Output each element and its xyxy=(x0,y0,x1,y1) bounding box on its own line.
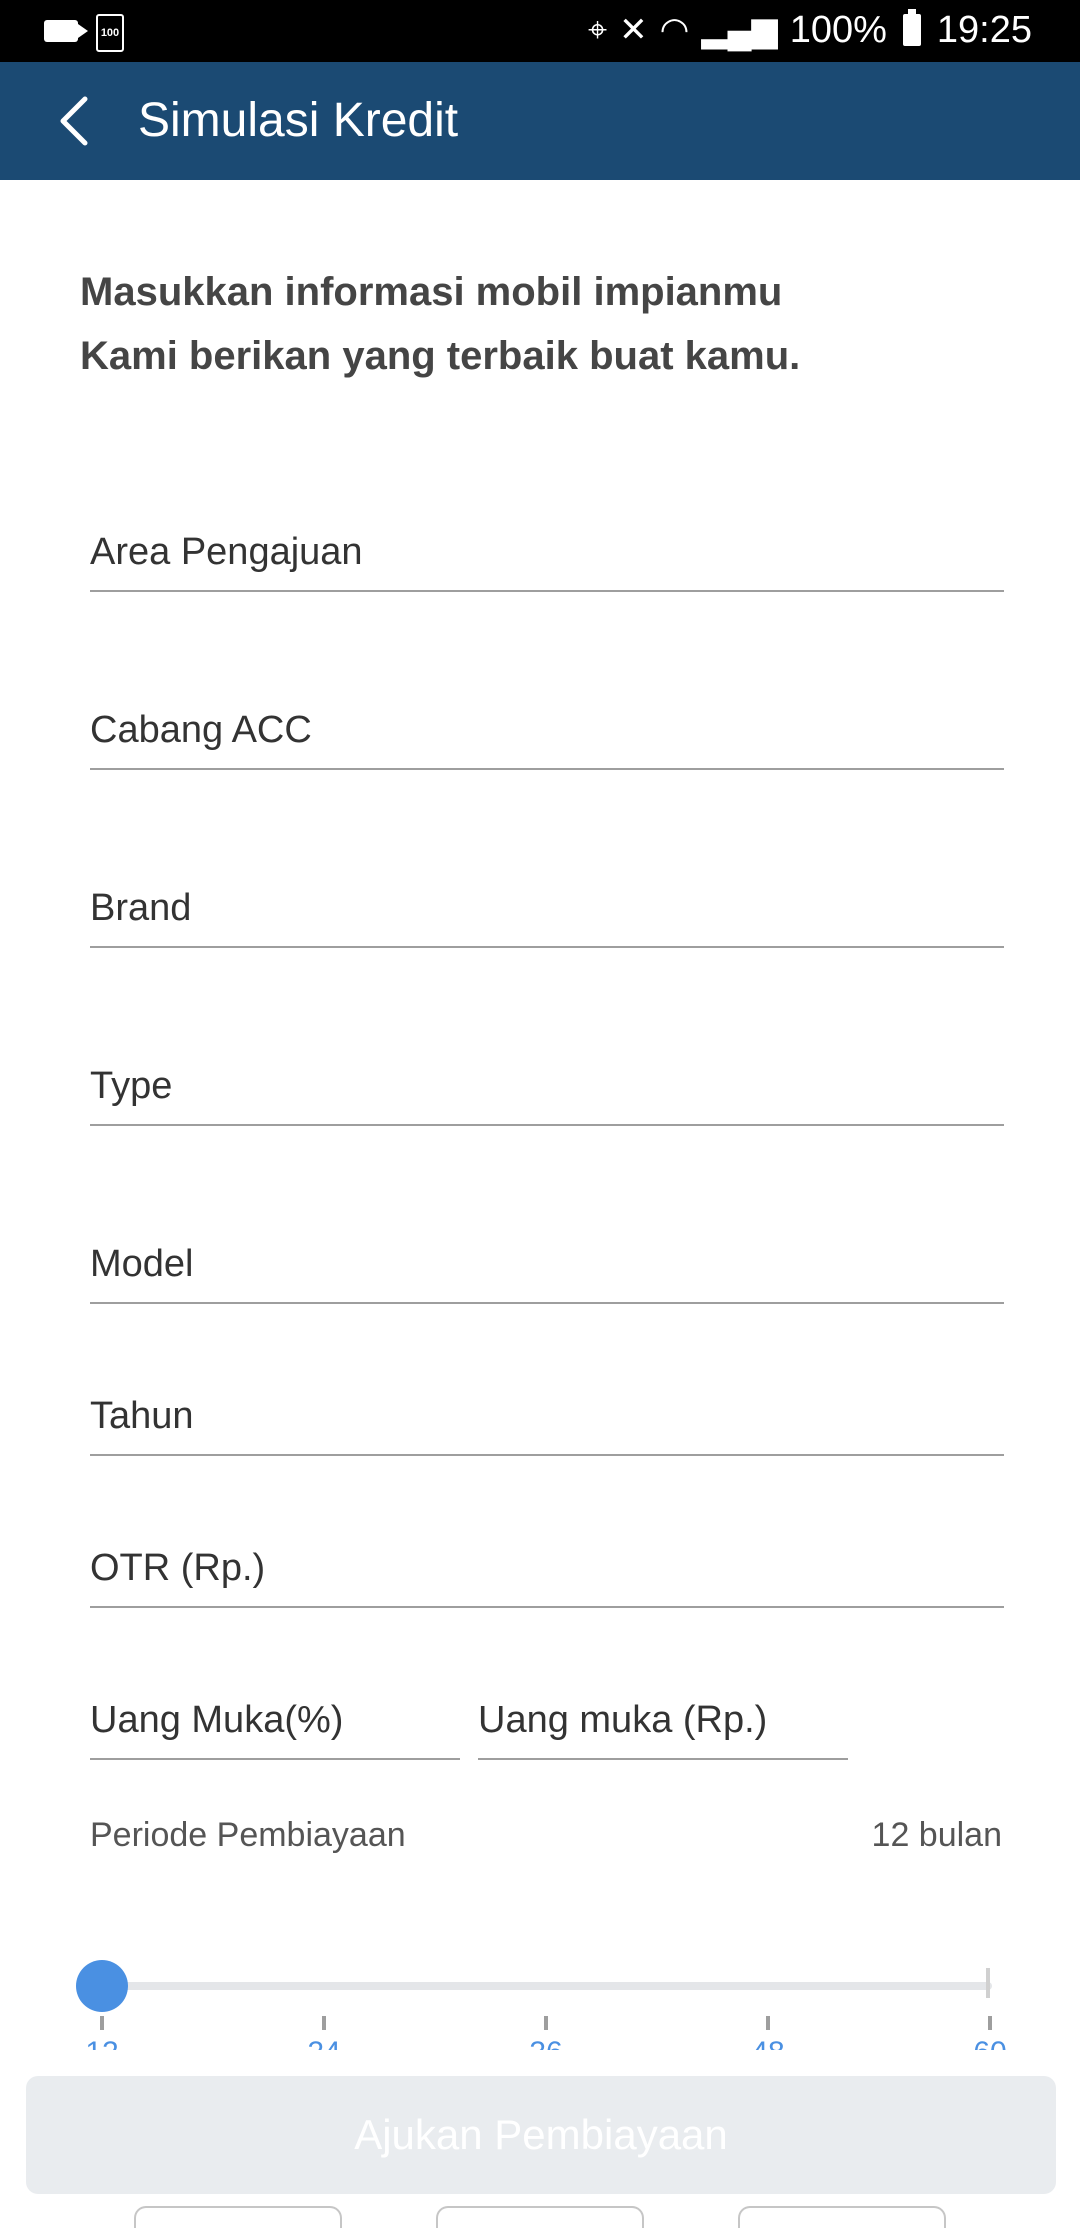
page-title: Simulasi Kredit xyxy=(138,94,459,147)
tahun-field[interactable]: Tahun xyxy=(90,1384,1004,1456)
app-bar: Simulasi Kredit xyxy=(0,62,1080,180)
cabang-acc-field[interactable]: Cabang ACC xyxy=(90,698,1004,770)
signal-icon: ▂▄▆ xyxy=(701,11,778,49)
ajukan-pembiayaan-button[interactable]: Ajukan Pembiayaan xyxy=(26,2076,1056,2194)
intro-line-2: Kami berikan yang terbaik buat kamu. xyxy=(80,334,801,378)
slider-tick-label: 24 xyxy=(294,2036,354,2050)
slider-tick-label: 48 xyxy=(738,2036,798,2050)
intro-line-1: Masukkan informasi mobil impianmu xyxy=(80,270,783,314)
slider-end-marker xyxy=(986,1968,990,1998)
video-icon xyxy=(44,20,88,42)
type-label: Type xyxy=(90,1065,173,1107)
brand-label: Brand xyxy=(90,887,192,929)
periode-label: Periode Pembiayaan xyxy=(90,1816,406,1854)
battery-percent: 100% xyxy=(789,8,887,51)
periode-slider[interactable]: 12 24 36 48 60 xyxy=(74,1960,1014,2050)
slider-tick xyxy=(988,2016,992,2030)
model-label: Model xyxy=(90,1243,194,1285)
status-bar: 100 ⌖ ✕ ◠ ▂▄▆ 100% 19:25 xyxy=(0,0,1080,62)
uang-muka-percent-label: Uang Muka(%) xyxy=(90,1699,344,1741)
area-pengajuan-field[interactable]: Area Pengajuan xyxy=(90,520,1004,592)
cabang-acc-label: Cabang ACC xyxy=(90,709,312,751)
periode-value: 12 bulan xyxy=(871,1816,1002,1854)
uang-muka-rupiah-field[interactable]: Uang muka (Rp.) xyxy=(478,1688,848,1760)
slider-thumb[interactable] xyxy=(76,1960,128,2012)
uang-muka-rupiah-label: Uang muka (Rp.) xyxy=(478,1699,768,1741)
model-field[interactable]: Model xyxy=(90,1232,1004,1304)
battery-icon xyxy=(902,9,921,46)
slider-tick-label: 60 xyxy=(960,2036,1014,2050)
slider-track[interactable] xyxy=(102,1982,992,1990)
slider-tick xyxy=(322,2016,326,2030)
tahun-label: Tahun xyxy=(90,1395,194,1437)
area-pengajuan-label: Area Pengajuan xyxy=(90,531,363,573)
type-field[interactable]: Type xyxy=(90,1054,1004,1126)
uang-muka-percent-field[interactable]: Uang Muka(%) xyxy=(90,1688,460,1760)
clock: 19:25 xyxy=(936,8,1032,51)
mute-icon: ✕ xyxy=(619,11,648,49)
bottom-tab[interactable] xyxy=(436,2206,644,2228)
slider-tick-label: 12 xyxy=(74,2036,132,2050)
brand-field[interactable]: Brand xyxy=(90,876,1004,948)
slider-tick xyxy=(766,2016,770,2030)
bottom-tab[interactable] xyxy=(738,2206,946,2228)
back-button[interactable] xyxy=(40,86,110,156)
wifi-icon: ◠ xyxy=(659,11,690,49)
otr-label: OTR (Rp.) xyxy=(90,1547,266,1589)
battery-100-icon: 100 xyxy=(96,14,124,52)
slider-tick-label: 36 xyxy=(516,2036,576,2050)
location-icon: ⌖ xyxy=(587,11,608,49)
intro-text: Masukkan informasi mobil impianmu Kami b… xyxy=(80,260,800,388)
otr-field[interactable]: OTR (Rp.) xyxy=(90,1536,1004,1608)
slider-tick xyxy=(544,2016,548,2030)
bottom-tabs xyxy=(0,2206,1080,2228)
slider-tick xyxy=(100,2016,104,2030)
chevron-left-icon xyxy=(60,96,88,146)
bottom-tab[interactable] xyxy=(134,2206,342,2228)
